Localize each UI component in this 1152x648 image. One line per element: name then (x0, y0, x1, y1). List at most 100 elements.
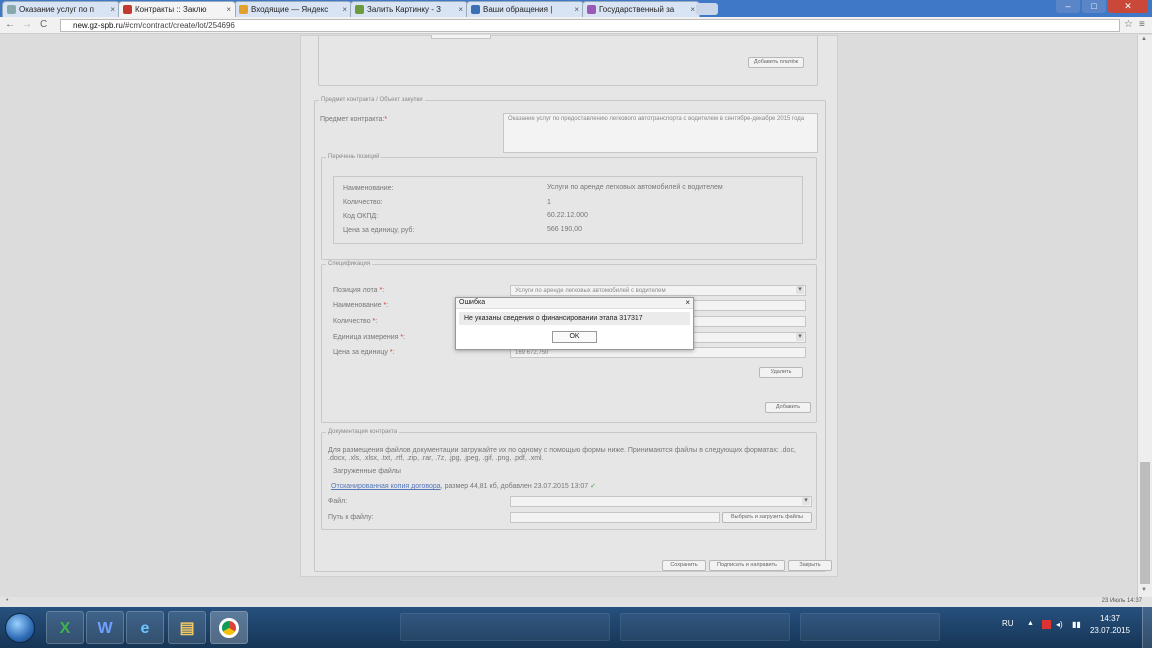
unit-label: Единица измерения *: (333, 334, 406, 341)
tab-close-icon[interactable]: × (226, 5, 231, 14)
url-input[interactable]: new.gz-spb.ru/#cm/contract/create/lot/25… (60, 19, 1120, 32)
tab-close-icon[interactable]: × (342, 5, 347, 14)
page-scrollbar[interactable]: ▲ ▼ (1137, 35, 1152, 597)
tab-favicon-icon (7, 5, 16, 14)
url-host: new.gz-spb.ru (73, 21, 123, 30)
chrome-icon (219, 618, 239, 638)
tray-flag-icon[interactable] (1042, 620, 1051, 629)
back-arrow-icon[interactable]: ← (5, 19, 15, 30)
error-dialog: Ошибка × Не указаны сведения о финансиро… (455, 297, 694, 350)
excel-taskbar-icon[interactable]: X (46, 611, 84, 644)
explorer-taskbar-icon[interactable]: ▤ (168, 611, 206, 644)
tab-close-icon[interactable]: × (110, 5, 115, 14)
tab-favicon-icon (239, 5, 248, 14)
minimize-button[interactable]: – (1056, 0, 1080, 13)
network-icon[interactable]: ▮▮ (1072, 620, 1081, 629)
dialog-ok-button[interactable]: OK (552, 331, 597, 343)
uploaded-file-row: Отсканированная копия договора, размер 4… (331, 482, 596, 490)
window-controls: – □ ✕ (1056, 0, 1148, 13)
tab-close-icon[interactable]: × (458, 5, 463, 14)
delete-position-button[interactable]: Удалить (759, 367, 803, 378)
checkmark-icon: ✓ (590, 483, 597, 490)
status-date-text: 23 Июль 14:37 (1101, 598, 1142, 604)
file-select[interactable] (510, 496, 812, 507)
taskbar-window-item[interactable] (800, 613, 940, 641)
dialog-message: Не указаны сведения о финансировании эта… (459, 312, 690, 325)
subject-legend: Предмет контракта / Объект закупки (321, 97, 423, 103)
position-name-value: Услуги по аренде легковых автомобилей с … (547, 184, 723, 191)
status-indicator-icon: • (6, 597, 9, 604)
payment-field[interactable] (431, 35, 491, 39)
scrollbar-thumb[interactable] (1140, 462, 1150, 584)
file-label: Файл: (328, 498, 348, 505)
url-path: /#cm/contract/create/lot/254696 (122, 21, 235, 30)
tab-favicon-icon (123, 5, 132, 14)
subject-textarea[interactable]: Оказание услуг по предоставлению легково… (503, 113, 818, 153)
word-taskbar-icon[interactable]: W (86, 611, 124, 644)
forward-arrow-icon[interactable]: → (22, 19, 32, 30)
positions-legend: Перечень позиций (328, 154, 380, 160)
start-button[interactable] (5, 613, 35, 643)
lot-position-select[interactable]: Услуги по аренде легковых автомобилей с … (510, 285, 806, 296)
tab-close-icon[interactable]: × (690, 5, 695, 14)
taskbar-clock[interactable]: 14:37 23.07.2015 (1090, 613, 1130, 637)
add-position-button[interactable]: Добавить (765, 402, 811, 413)
taskbar-window-item[interactable] (620, 613, 790, 641)
position-quantity-label: Количество: (343, 199, 383, 206)
scroll-up-icon[interactable]: ▲ (1141, 36, 1147, 42)
new-tab-button[interactable] (696, 3, 718, 15)
file-path-input[interactable] (510, 512, 720, 523)
quantity-label: Количество *: (333, 318, 378, 325)
maximize-button[interactable]: □ (1082, 0, 1106, 13)
dialog-title: Ошибка (456, 298, 693, 309)
windows-taskbar: X W e ▤ RU ▲ ◂) ▮▮ 14:37 23.07.2015 (0, 607, 1152, 648)
tab-title: Ваши обращения | (483, 5, 553, 14)
specification-legend: Спецификация (328, 261, 371, 267)
uploaded-file-link[interactable]: Отсканированная копия договора (331, 483, 441, 490)
tray-arrow-icon[interactable]: ▲ (1027, 620, 1036, 629)
browser-tab[interactable]: Государственный за × (582, 1, 700, 17)
close-window-button[interactable]: ✕ (1108, 0, 1148, 13)
chrome-taskbar-icon[interactable] (210, 611, 248, 644)
browser-tab[interactable]: Ваши обращения | × (466, 1, 584, 17)
browser-tab[interactable]: Оказание услуг по п × (2, 1, 120, 17)
browser-tab[interactable]: Входящие — Яндекс × (234, 1, 352, 17)
payments-fieldset (318, 35, 818, 86)
position-okpd-label: Код ОКПД: (343, 213, 379, 220)
system-tray: RU ▲ ◂) ▮▮ 14:37 23.07.2015 (982, 607, 1152, 648)
language-indicator[interactable]: RU (1002, 619, 1014, 628)
uploaded-file-info: , размер 44,81 кб, добавлен 23.07.2015 1… (440, 483, 589, 490)
add-payment-button[interactable]: Добавить платёж (748, 57, 804, 68)
show-desktop-button[interactable] (1142, 607, 1152, 648)
clock-time: 14:37 (1099, 614, 1120, 623)
tab-close-icon[interactable]: × (574, 5, 579, 14)
browser-tab[interactable]: Залить Картинку - З × (350, 1, 468, 17)
bookmark-star-icon[interactable]: ☆ (1124, 19, 1133, 30)
sign-and-send-button[interactable]: Подписать и направить (709, 560, 785, 571)
browser-statusbar: • 23 Июль 14:37 (0, 597, 1152, 607)
lot-position-label: Позиция лота *: (333, 287, 385, 294)
scroll-down-icon[interactable]: ▼ (1141, 587, 1147, 593)
file-path-label: Путь к файлу: (328, 514, 374, 521)
close-form-button[interactable]: Закрыть (788, 560, 832, 571)
position-price-label: Цена за единицу, руб: (343, 227, 415, 234)
volume-icon[interactable]: ◂) (1056, 620, 1065, 629)
internet-explorer-taskbar-icon[interactable]: e (126, 611, 164, 644)
browser-tab-active[interactable]: Контракты :: Заклю × (118, 1, 236, 17)
documentation-legend: Документация контракта (328, 429, 398, 435)
save-button[interactable]: Сохранить (662, 560, 706, 571)
menu-icon[interactable]: ≡ (1139, 19, 1145, 30)
address-bar: ← → C new.gz-spb.ru/#cm/contract/create/… (0, 17, 1152, 34)
tab-favicon-icon (587, 5, 596, 14)
name-label: Наименование *: (333, 302, 389, 309)
tab-title: Входящие — Яндекс (251, 5, 329, 14)
taskbar-window-item[interactable] (400, 613, 610, 641)
tab-favicon-icon (355, 5, 364, 14)
tab-title: Оказание услуг по п (19, 5, 94, 14)
tab-title: Контракты :: Заклю (135, 5, 207, 14)
position-price-value: 566 190,00 (547, 226, 583, 233)
tab-title: Государственный за (599, 5, 675, 14)
reload-icon[interactable]: C (40, 19, 47, 30)
upload-files-button[interactable]: Выбрать и загрузить файлы (722, 512, 812, 523)
dialog-close-icon[interactable]: × (685, 298, 690, 307)
